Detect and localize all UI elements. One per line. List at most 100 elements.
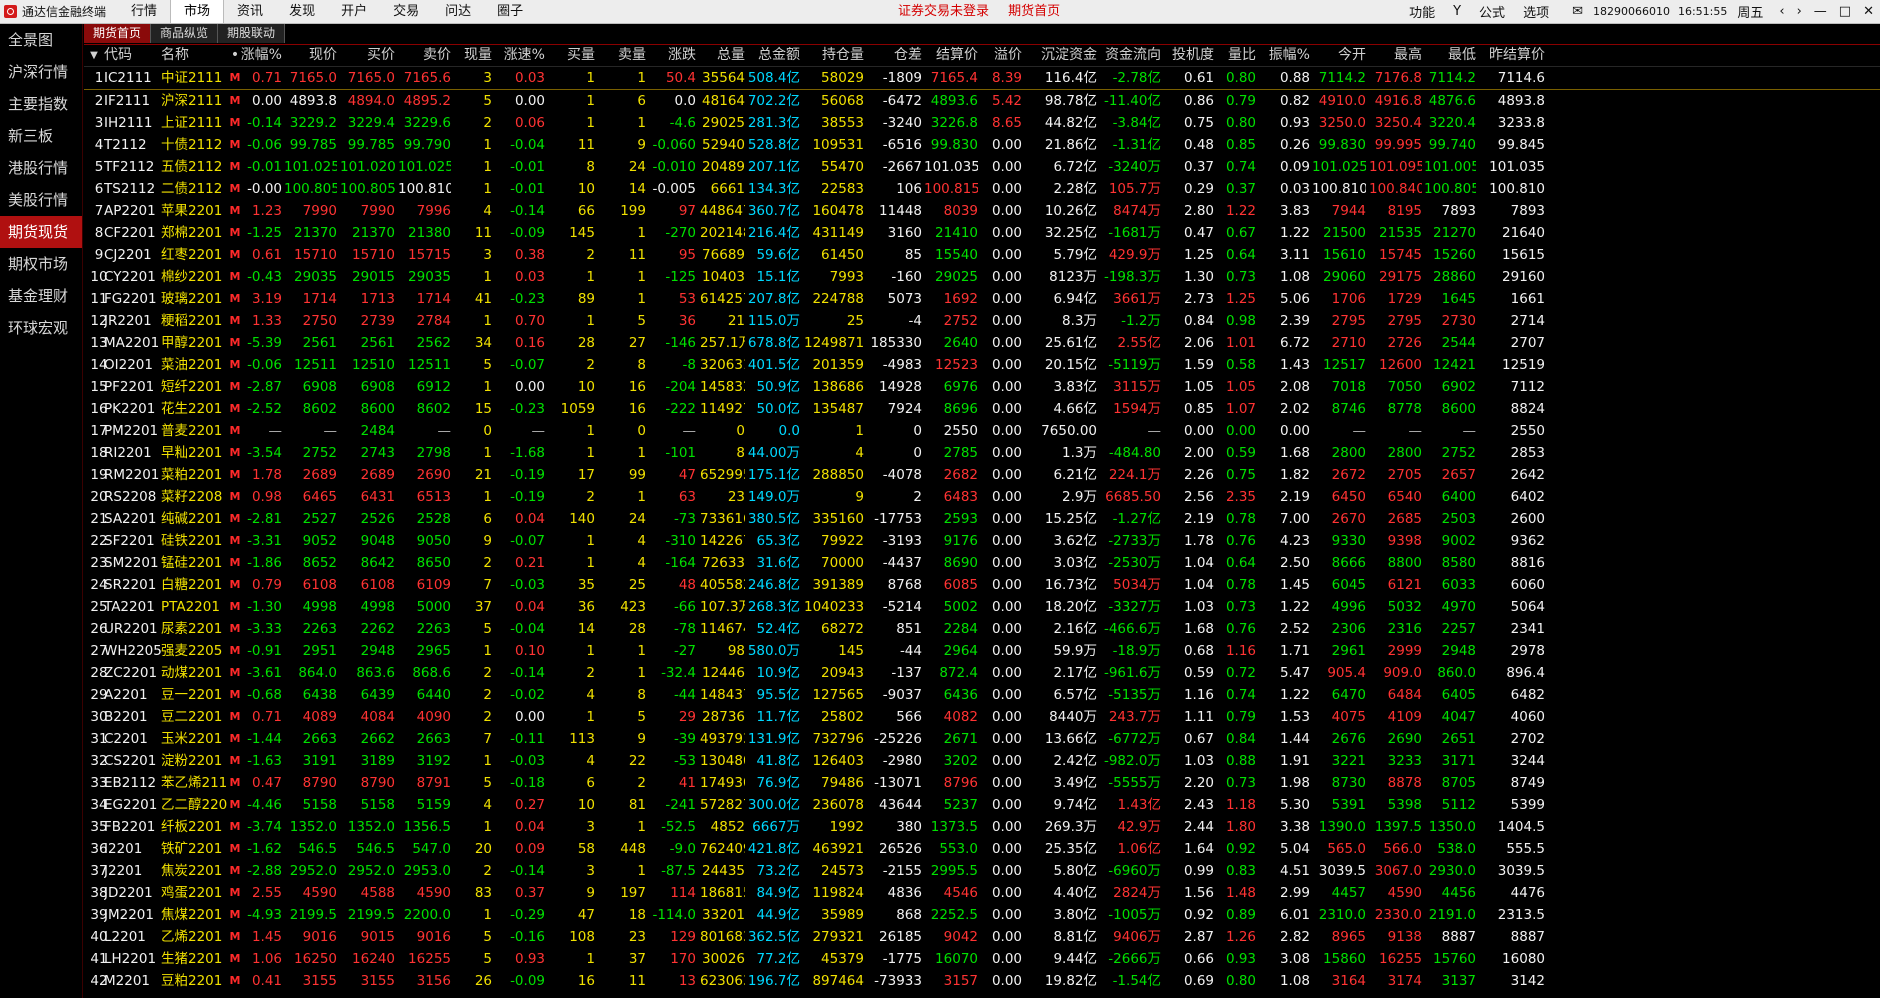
table-row[interactable]: 15 PF2201 短纤2201 M -2.87 6908 6908 6912 1 0.00 10 1… (84, 376, 1880, 398)
menu-shichang[interactable]: 市场 (170, 0, 225, 23)
minimize-icon[interactable]: — (1814, 4, 1827, 19)
table-row[interactable]: 28 ZC2201 动煤2201 M -3.61 864.0 863.6 868.6 2 -0.1… (84, 662, 1880, 684)
table-row[interactable]: 13 MA2201 甲醇2201 M -5.39 2561 2561 2562 34 0.16 28… (84, 332, 1880, 354)
column-header-20[interactable]: 资金流向 (1098, 45, 1161, 67)
tab-1[interactable]: 商品纵览 (151, 24, 219, 43)
table-row[interactable]: 4 T2112 十债2112 M -0.06 99.785 99.785 99.790 1 -0.… (84, 134, 1880, 156)
futures-home-link[interactable]: 期货首页 (1008, 4, 1060, 19)
table-row[interactable]: 37 J2201 焦炭2201 M -2.88 2952.0 2952.0 2953.0 2 -0… (84, 860, 1880, 882)
table-row[interactable]: 38 JD2201 鸡蛋2201 M 2.55 4590 4588 4590 83 0.37 9 19… (84, 882, 1880, 904)
table-row[interactable]: 9 CJ2201 红枣2201 M 0.61 15710 15710 15715 3 0.38 2 1… (84, 244, 1880, 266)
table-row[interactable]: 19 RM2201 菜粕2201 M 1.78 2689 2689 2690 21 -0.19 17… (84, 464, 1880, 486)
menu-zixun[interactable]: 资讯 (224, 0, 276, 23)
sidebar-item-1[interactable]: 沪深行情 (0, 56, 82, 88)
table-row[interactable]: 27 WH2205 强麦2205 M -0.91 2951 2948 2965 1 0.10 1 1-… (84, 640, 1880, 662)
column-header-11[interactable]: 卖量 (598, 45, 646, 67)
column-header-16[interactable]: 仓差 (866, 45, 922, 67)
menu-gongshi[interactable]: 公式 (1479, 2, 1505, 21)
column-header-8[interactable]: 现量 (454, 45, 492, 67)
column-header-17[interactable]: 结算价 (924, 45, 978, 67)
sidebar-item-3[interactable]: 新三板 (0, 120, 82, 152)
menu-wenda[interactable]: 问达 (432, 0, 484, 23)
column-header-18[interactable]: 溢价 (982, 45, 1022, 67)
table-row[interactable]: 32 CS2201 淀粉2201 M -1.63 3191 3189 3192 1 -0.03 4 2… (84, 750, 1880, 772)
menu-jiaoyi[interactable]: 交易 (380, 0, 432, 23)
sidebar-item-6[interactable]: 期货现货 (0, 216, 82, 248)
column-header-5[interactable]: 现价 (284, 45, 337, 67)
table-row[interactable]: 22 SF2201 硅铁2201 M -3.31 9052 9048 9050 9 -0.07 1 4… (84, 530, 1880, 552)
column-header-15[interactable]: 持仓量 (804, 45, 864, 67)
menu-xuanxiang[interactable]: 选项 (1523, 2, 1549, 21)
table-row[interactable]: 17 PM2201 普麦2201 M — —2484—0—1 0—0 0.0 1 0 2550 0.0… (84, 420, 1880, 442)
sidebar-item-2[interactable]: 主要指数 (0, 88, 82, 120)
table-row[interactable]: 39 JM2201 焦煤2201 M -4.93 2199.5 2199.5 2200.0 1-… (84, 904, 1880, 926)
table-row[interactable]: 34EG2201乙二醇2201M-4.4651585158515940.2710… (84, 794, 1880, 816)
column-header-19[interactable]: 沉淀资金 (1025, 45, 1097, 67)
table-row[interactable]: 31 C2201 玉米2201 M -1.44 2663 2662 2663 7 -0.11 113… (84, 728, 1880, 750)
table-row[interactable]: 36 I2201 铁矿2201 M -1.62 546.5 546.5 547.0 20 0.09… (84, 838, 1880, 860)
column-header-12[interactable]: 涨跌 (652, 45, 696, 67)
column-header-21[interactable]: 投机度 (1164, 45, 1214, 67)
table-row[interactable]: 21 SA2201 纯碱2201 M -2.81 2527 2526 2528 6 0.04 140… (84, 508, 1880, 530)
column-header-1[interactable]: 代码 (104, 45, 164, 67)
table-row[interactable]: 30 B2201 豆二2201 M 0.71 4089 4084 4090 2 0.00 1 5 29 2… (84, 706, 1880, 728)
table-row[interactable]: 14 OI2201 菜油2201 M -0.06 12511 12510 12511 5 -0.0… (84, 354, 1880, 376)
table-row[interactable]: 24 SR2201 白糖2201 M 0.79 6108 6108 6109 7 -0.03 35 2… (84, 574, 1880, 596)
column-header-13[interactable]: 总量 (700, 45, 745, 67)
mail-icon[interactable]: ✉ (1572, 4, 1583, 19)
column-header-25[interactable]: 最高 (1369, 45, 1422, 67)
menu-banmian[interactable]: Y (1453, 4, 1461, 19)
column-header-4[interactable]: 涨幅% (238, 45, 282, 67)
column-header-2[interactable]: 名称 (161, 45, 227, 67)
column-header-7[interactable]: 卖价 (398, 45, 451, 67)
table-row[interactable]: 41 LH2201 生猪2201 M 1.06 16250 16240 16255 5 0.93 1… (84, 948, 1880, 970)
sidebar-item-7[interactable]: 期权市场 (0, 248, 82, 280)
forward-icon[interactable]: › (1797, 4, 1802, 19)
close-icon[interactable]: ✕ (1863, 4, 1874, 19)
menu-gongneng[interactable]: 功能 (1409, 2, 1435, 21)
column-header-27[interactable]: 昨结算价 (1479, 45, 1545, 67)
table-row[interactable]: 20 RS2208 菜籽2208 M 0.98 6465 6431 6513 1 -0.19 2 1 6… (84, 486, 1880, 508)
table-row[interactable]: 23 SM2201 锰硅2201 M -1.86 8652 8642 8650 2 0.21 1 4-… (84, 552, 1880, 574)
menu-faxian[interactable]: 发现 (276, 0, 328, 23)
table-row[interactable]: 42 M2201 豆粕2201 M 0.41 3155 3155 3156 26 -0.09 16 1… (84, 970, 1880, 992)
table-row[interactable]: 16 PK2201 花生2201 M -2.52 8602 8600 8602 15 -0.23 1… (84, 398, 1880, 420)
sidebar-item-9[interactable]: 环球宏观 (0, 312, 82, 344)
column-header-14[interactable]: 总金额 (747, 45, 800, 67)
column-header-24[interactable]: 今开 (1312, 45, 1366, 67)
column-header-6[interactable]: 买价 (340, 45, 395, 67)
table-row[interactable]: 2 IF2111 沪深2111 M 0.00 4893.8 4894.0 4895.2 5 0.0… (84, 90, 1880, 112)
sidebar-item-0[interactable]: 全景图 (0, 24, 82, 56)
tab-0[interactable]: 期货首页 (84, 24, 152, 43)
table-row[interactable]: 1 IC2111 中证2111 M 0.71 7165.0 7165.0 7165.6 3 0.0… (84, 67, 1880, 90)
column-header-23[interactable]: 振幅% (1260, 45, 1310, 67)
table-row[interactable]: 35 FB2201 纤板2201 M -3.74 1352.0 1352.0 1356.5 1 0… (84, 816, 1880, 838)
table-row[interactable]: 12 JR2201 粳稻2201 M 1.33 2750 2739 2784 1 0.70 1 5 36… (84, 310, 1880, 332)
table-row[interactable]: 26 UR2201 尿素2201 M -3.33 2263 2262 2263 5 -0.04 14… (84, 618, 1880, 640)
column-header-9[interactable]: 涨速% (494, 45, 545, 67)
table-row[interactable]: 6 TS2112 二债2112 M -0.00 100.805 100.805 100.810… (84, 178, 1880, 200)
login-status-link[interactable]: 证券交易未登录 (898, 4, 989, 19)
table-row[interactable]: 18 RI2201 早籼2201 M -3.54 2752 2743 2798 1 -1.68 1 1… (84, 442, 1880, 464)
table-row[interactable]: 29 A2201 豆一2201 M -0.68 6438 6439 6440 2 -0.02 4 8-… (84, 684, 1880, 706)
maximize-icon[interactable]: □ (1839, 4, 1851, 19)
column-header-22[interactable]: 量比 (1218, 45, 1256, 67)
sidebar-item-4[interactable]: 港股行情 (0, 152, 82, 184)
table-row[interactable]: 8 CF2201 郑棉2201 M -1.25 21370 21370 21380 11 -0.0… (84, 222, 1880, 244)
table-row[interactable]: 33EB2112苯乙烯2112M0.478790879087915-0.1862… (84, 772, 1880, 794)
back-icon[interactable]: ‹ (1779, 4, 1784, 19)
menu-quanzi[interactable]: 圈子 (484, 0, 536, 23)
menu-kaihu[interactable]: 开户 (328, 0, 380, 23)
table-row[interactable]: 10 CY2201 棉纱2201 M -0.43 29035 29015 29035 1 0.03… (84, 266, 1880, 288)
sidebar-item-8[interactable]: 基金理财 (0, 280, 82, 312)
sort-arrow-icon[interactable]: ▼ (84, 45, 104, 67)
table-row[interactable]: 25 TA2201 PTA2201 M -1.30 4998 4998 5000 37 0.04 3… (84, 596, 1880, 618)
table-row[interactable]: 3 IH2111 上证2111 M -0.14 3229.2 3229.4 3229.6 2 0.… (84, 112, 1880, 134)
sidebar-item-5[interactable]: 美股行情 (0, 184, 82, 216)
table-row[interactable]: 5 TF2112 五债2112 M -0.01 101.025 101.020 101.025… (84, 156, 1880, 178)
table-row[interactable]: 11 FG2201 玻璃2201 M 3.19 1714 1713 1714 41 -0.23 89… (84, 288, 1880, 310)
table-row[interactable]: 40 L2201 乙烯2201 M 1.45 9016 9015 9016 5 -0.16 108 2… (84, 926, 1880, 948)
table-row[interactable]: 7 AP2201 苹果2201 M 1.23 7990 7990 7996 4 -0.14 66 19… (84, 200, 1880, 222)
menu-hangqing[interactable]: 行情 (118, 0, 170, 23)
column-header-26[interactable]: 最低 (1424, 45, 1476, 67)
